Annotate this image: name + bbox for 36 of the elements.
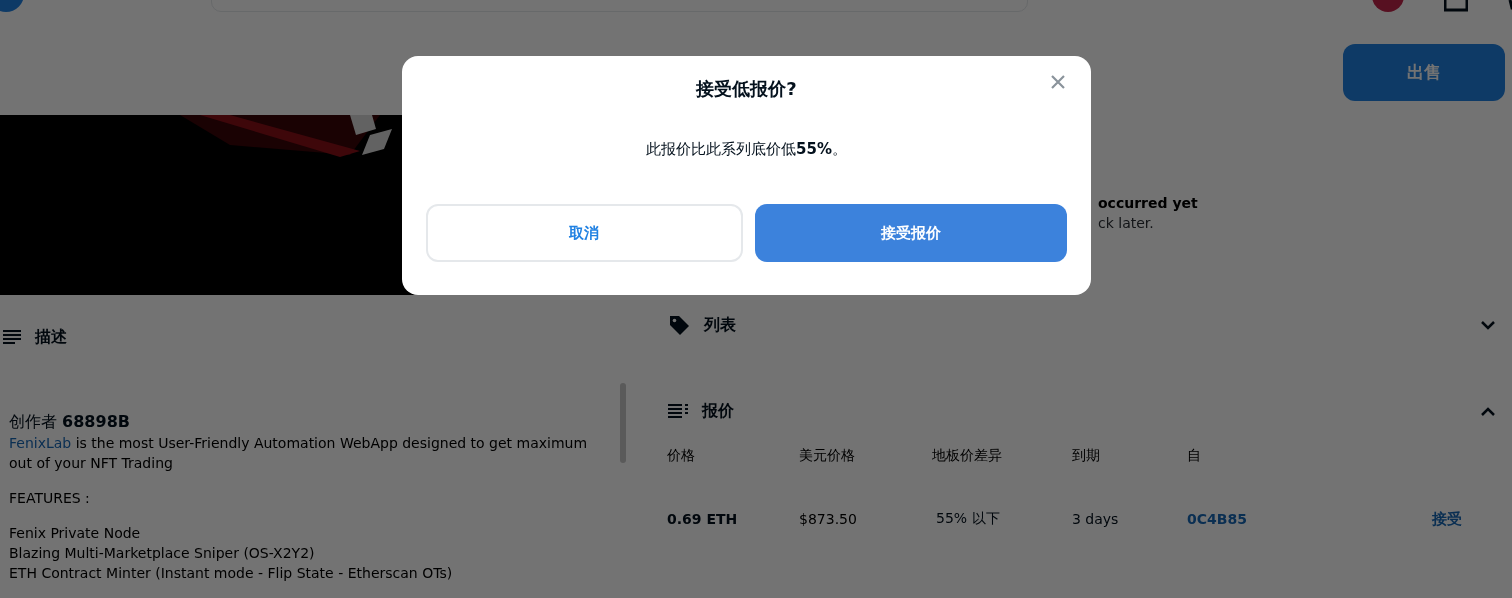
- tag-icon: [668, 314, 690, 336]
- column-header: 价格: [667, 447, 696, 465]
- creator-link[interactable]: FenixLab: [9, 435, 72, 451]
- column-header: 美元价格: [799, 447, 856, 465]
- wallet-icon[interactable]: [1444, 0, 1468, 12]
- chevron-up-icon[interactable]: [1481, 406, 1495, 416]
- text-lines-icon: [3, 330, 21, 344]
- address-link[interactable]: 0C4B85: [1187, 511, 1404, 527]
- section-title: 描述: [35, 326, 67, 348]
- modal-title: 接受低报价?: [696, 77, 797, 101]
- chevron-down-icon[interactable]: [1481, 320, 1495, 330]
- section-title: 列表: [704, 314, 736, 336]
- features-heading: FEATURES :: [9, 489, 91, 508]
- column-header: 自: [1187, 447, 1202, 465]
- section-title: 报价: [702, 400, 734, 422]
- empty-state-text: occurred yet: [1098, 194, 1199, 213]
- feature-text: Fenix Private Node: [9, 524, 142, 543]
- cancel-button[interactable]: 取消: [426, 204, 743, 262]
- feature-text: Blazing Multi-Marketplace Sniper (OS-X2Y2): [9, 544, 316, 563]
- creator-line: 创作者 68898B: [9, 411, 131, 433]
- table-cell-text: $873.50: [799, 511, 858, 527]
- close-icon: [1051, 75, 1065, 89]
- table-cell-text: 55% 以下: [935, 510, 1001, 528]
- table-cell-text: 0.69 ETH: [667, 511, 739, 527]
- close-button[interactable]: [1051, 75, 1065, 89]
- column-header: 到期: [1072, 447, 1101, 465]
- empty-state-text: ck later.: [1098, 214, 1155, 233]
- sell-button[interactable]: 出售: [1343, 44, 1505, 101]
- column-header: 地板价差异: [932, 447, 1003, 465]
- feature-text: ETH Contract Minter (Instant mode - Flip State - Etherscan OTs): [9, 564, 454, 583]
- description-text: FenixLab is the most User-Friendly Automation WebApp designed to get maximum out of your NFT Trading: [9, 434, 589, 473]
- accept-offer-button[interactable]: 接受报价: [754, 204, 1067, 262]
- list-icon: [668, 404, 688, 418]
- scrollbar[interactable]: [620, 383, 626, 463]
- table-cell-text: 3 days: [1072, 511, 1120, 527]
- modal-message: 此报价比此系列底价低55%。: [646, 140, 847, 159]
